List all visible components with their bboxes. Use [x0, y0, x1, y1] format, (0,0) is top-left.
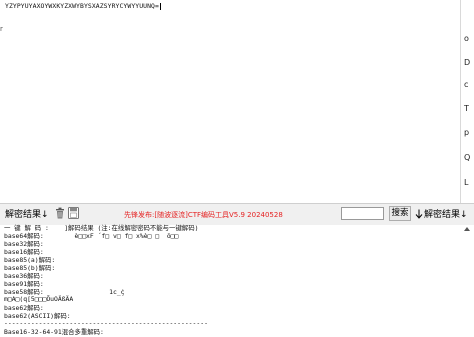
output-textarea[interactable]: 一 键 解 码 : ]解码结果 (注:在线解密密码不能与一键解码) base64…: [0, 224, 474, 337]
right-edge-strip: o D c T p Q L: [461, 0, 474, 203]
decrypt-result-right-button[interactable]: 解密结果↓: [424, 207, 468, 220]
left-edge-glyph: r: [0, 25, 3, 33]
output-line: ----------------------------------------…: [4, 319, 208, 327]
output-line: m□A□(q[5□□□ÕuOÄßÄA: [4, 295, 74, 303]
right-edge-glyph: D: [464, 58, 471, 67]
save-icon[interactable]: [68, 207, 79, 219]
output-line: Base16-32-64-91混合多重解码:: [4, 328, 104, 336]
right-edge-glyph: o: [464, 34, 469, 43]
announcement-text[interactable]: 先锋发布:[随波逐流]CTF编码工具V5.9 20240528: [124, 210, 283, 220]
input-text: YZYPYUYAXOYWXKYZXWYBYSXAZSYRYCYWYYUUNQ=: [5, 2, 161, 10]
input-textarea[interactable]: YZYPYUYAXOYWXKYZXWYBYSXAZSYRYCYWYYUUNQ= …: [0, 0, 461, 203]
right-edge-glyph: p: [464, 128, 470, 137]
right-edge-glyph: c: [464, 80, 469, 89]
trash-icon[interactable]: [55, 207, 65, 219]
right-edge-glyph: T: [464, 104, 469, 113]
decrypt-result-left-button[interactable]: 解密结果↓: [5, 207, 49, 220]
search-input[interactable]: [341, 207, 384, 220]
search-button[interactable]: 搜索: [389, 206, 411, 221]
right-edge-glyph: Q: [464, 153, 471, 162]
right-edge-glyph: L: [464, 178, 469, 187]
input-text-value: YZYPYUYAXOYWXKYZXWYBYSXAZSYRYCYWYYUUNQ=: [5, 2, 159, 10]
scroll-up-icon[interactable]: [464, 227, 470, 231]
down-arrow-icon: [415, 209, 423, 219]
text-caret: [159, 2, 161, 10]
